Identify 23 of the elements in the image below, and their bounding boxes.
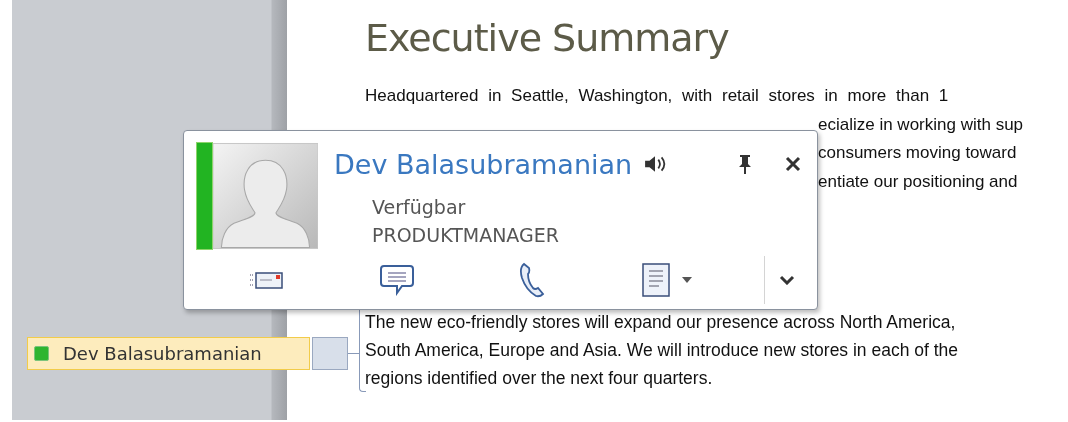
job-title: PRODUKTMANAGER xyxy=(372,224,560,246)
document-icon[interactable] xyxy=(642,263,670,297)
comment-text: The new eco-friendly stores will expand our presence across North America, South America, Europe and Asia. We will introduce new stores in each of the regions identified over the next four quarters. xyxy=(365,311,960,390)
connector-box xyxy=(312,337,348,370)
phone-icon[interactable] xyxy=(518,262,546,298)
chat-icon[interactable] xyxy=(380,264,414,296)
email-icon[interactable] xyxy=(248,270,284,290)
body-text-line: Headquartered in Seattle, Washington, with retail stores in more than 1 xyxy=(365,86,949,105)
speaker-icon[interactable] xyxy=(644,155,667,173)
expand-icon[interactable] xyxy=(779,275,795,285)
close-icon[interactable] xyxy=(785,156,801,172)
document-title: Executive Summary xyxy=(365,16,730,60)
avatar-icon xyxy=(213,142,318,250)
presence-status: Verfügbar xyxy=(372,196,467,218)
body-text-line: entiate our positioning and xyxy=(818,171,1018,191)
caret-icon[interactable] xyxy=(682,277,692,283)
body-text-line: ecialize in working with sup xyxy=(818,114,1024,134)
presence-icon xyxy=(34,346,49,361)
author-name: Dev Balasubramanian xyxy=(63,343,262,364)
body-text-line: consumers moving toward xyxy=(818,143,1017,162)
contact-name[interactable]: Dev Balasubramanian xyxy=(334,148,633,180)
author-tag[interactable]: Dev Balasubramanian xyxy=(27,337,310,370)
pin-icon[interactable] xyxy=(737,154,753,174)
